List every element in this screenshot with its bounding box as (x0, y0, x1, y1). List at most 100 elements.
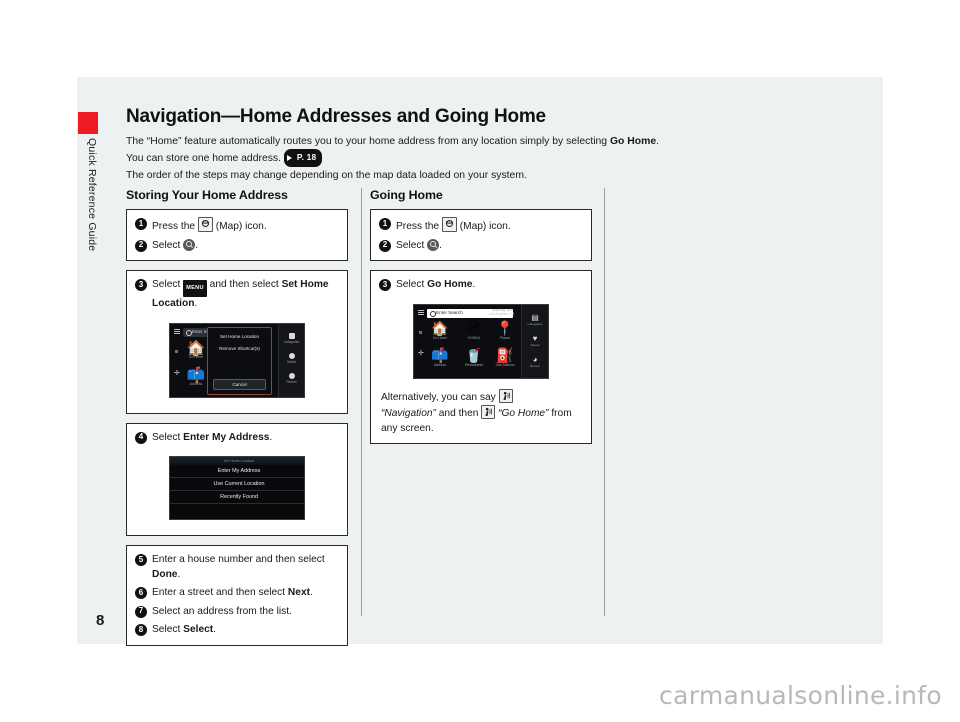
hamburger-menu-icon[interactable] (418, 309, 424, 317)
step-text-post: . (195, 239, 198, 251)
go-home-term: Go Home (609, 136, 657, 147)
tile-honda[interactable]: Ⓗ HONDA (458, 319, 490, 340)
dialog-cancel-button[interactable]: Cancel (213, 378, 266, 390)
tile-gas-stations[interactable]: ⛽ Gas Stations (489, 347, 521, 367)
searching-near-value: Los Angeles, CA (489, 311, 515, 316)
hamburger-menu-icon[interactable] (174, 328, 180, 336)
page-reference-badge[interactable]: P. 18 (283, 149, 323, 167)
voice-command-icon[interactable] (498, 388, 513, 403)
step-text-post: (Map) icon. (456, 221, 511, 232)
intro-line-1-period: . (656, 136, 660, 147)
step-item: 3 Select MENU and then select Set Home L… (135, 278, 339, 312)
alternative-voice-note: Alternatively, you can say “Navigation” … (379, 387, 583, 436)
step-item: 2 Select . (135, 238, 339, 254)
page-title: Navigation—Home Addresses and Going Home (126, 106, 546, 127)
intro-line-1-text: The “Home” feature automatically routes … (126, 136, 610, 147)
honda-logo-icon: Ⓗ (467, 319, 481, 336)
search-icon[interactable] (183, 238, 196, 251)
search-placeholder: Enter Search (436, 309, 463, 315)
map-pin-dot-icon (419, 330, 422, 334)
step-text: Select . (396, 238, 583, 254)
screenshot-wrap: Set Home Location Enter My Address Use C… (135, 449, 339, 528)
search-icon[interactable] (427, 238, 440, 251)
tile-restaurants[interactable]: 🥤 Restaurants (458, 346, 490, 367)
right-column-heading: Going Home (370, 188, 443, 202)
rail-recent[interactable]: Recent (279, 372, 304, 384)
step-box-2: 3 Select Go Home. Enter Search Searching… (370, 270, 592, 444)
list-header-title: Set Home Location (223, 459, 255, 463)
rail-categories[interactable]: Categories (279, 332, 304, 344)
tile-label: Gas Stations (495, 362, 515, 367)
step-box-4: 5 Enter a house number and then select D… (126, 545, 348, 646)
step-bullet: 8 (135, 624, 147, 636)
step-text-post: (Map) icon. (212, 221, 267, 232)
step-text-pre: Select (396, 279, 428, 290)
tile-go-home[interactable]: 🏠 Go Home (424, 320, 456, 340)
step-text-tail: . (269, 431, 273, 443)
step-text-post: . (439, 239, 442, 251)
step-bullet: 7 (135, 605, 147, 618)
step-bullet: 3 (135, 279, 147, 291)
step-item: 2 Select . (379, 238, 583, 254)
step-text-tail: . (310, 587, 313, 598)
step-text-tail: . (177, 568, 181, 580)
intro-line-3: The order of the steps may change depend… (126, 169, 527, 181)
step-text-bold: Done (152, 568, 178, 580)
step-text-pre: Select (152, 239, 184, 251)
column-going-home: Going Home 1 Press the (Map) icon. 2 Sel… (370, 188, 592, 453)
tile-label: Address (433, 362, 447, 367)
step-text: Press the (Map) icon. (152, 216, 339, 235)
categories-icon: ▤ (531, 312, 539, 322)
list-item-empty (170, 504, 304, 517)
page-number: 8 (96, 612, 105, 629)
alt-text-a: Alternatively, you can say (381, 391, 499, 403)
step-text-pre: Select an address from the list. (152, 605, 292, 617)
step-box-3: 4 Select Enter My Address. Set Home Loca… (126, 422, 348, 536)
searching-near-block: Searching near Los Angeles, CA (482, 308, 522, 316)
rail-label: Categories (527, 321, 543, 326)
step-text-pre: Select (152, 279, 184, 290)
rail-saved[interactable]: ♥ Saved (522, 334, 548, 347)
map-icon[interactable] (441, 216, 457, 232)
step-text: Press the (Map) icon. (396, 216, 583, 235)
list-item[interactable]: Use Current Location (170, 478, 304, 491)
rail-categories[interactable]: ▤ Categories (522, 313, 548, 326)
screenshot-wrap: Enter Search Searching near Los Angeles,… (135, 316, 339, 406)
map-pin-icon: 📍 (496, 319, 514, 336)
menu-icon[interactable]: MENU (183, 279, 207, 297)
rail-saved[interactable]: Saved (279, 352, 304, 364)
intro-line-2-text: You can store one home address. (126, 153, 282, 165)
tile-address[interactable]: 📫 Address (424, 347, 456, 367)
rail-label: Recent (286, 379, 297, 384)
step-text: Select . (152, 238, 339, 254)
step-bullet: 1 (379, 218, 391, 230)
drink-cup-icon: 🥤 (465, 346, 483, 363)
map-icon[interactable] (197, 216, 213, 232)
step-text-pre: Enter a house number and then select (152, 554, 325, 565)
voice-command-icon[interactable] (481, 404, 496, 419)
step-text-tail: . (213, 624, 217, 635)
step-item: 7 Select an address from the list. (135, 605, 339, 620)
chapter-color-tab (78, 112, 98, 134)
step-item: 1 Press the (Map) icon. (135, 216, 339, 235)
list-header: Set Home Location (170, 457, 304, 465)
tile-places[interactable]: 📍 Places (489, 319, 521, 340)
dialog-item-set-home-location[interactable]: Set Home Location (208, 334, 271, 339)
step-box-1: 1 Press the (Map) icon. 2 Select . (370, 209, 592, 261)
tile-label: Restaurants (465, 362, 483, 367)
screenshot-wrap: Enter Search Searching near Los Angeles,… (379, 297, 583, 387)
list-item[interactable]: Recently Found (170, 491, 304, 504)
step-text: Select MENU and then select Set Home Loc… (152, 278, 339, 312)
step-item: 3 Select Go Home. (379, 278, 583, 293)
step-bullet: 2 (379, 239, 391, 252)
tile-label: HONDA (468, 335, 480, 340)
rail-recent[interactable]: ◕ Recent (522, 355, 548, 368)
dialog-item-remove-shortcuts[interactable]: Remove Shortcut(s) (208, 346, 271, 351)
step-bullet: 4 (135, 431, 147, 444)
column-divider-left (361, 188, 362, 616)
list-item[interactable]: Enter My Address (170, 465, 304, 478)
right-rail: ▤ Categories ♥ Saved ◕ Recent (521, 304, 548, 378)
set-home-location-list-screenshot: Set Home Location Enter My Address Use C… (169, 456, 305, 520)
step-text-tail: . (194, 298, 198, 309)
map-pin-dot-icon (175, 349, 178, 353)
